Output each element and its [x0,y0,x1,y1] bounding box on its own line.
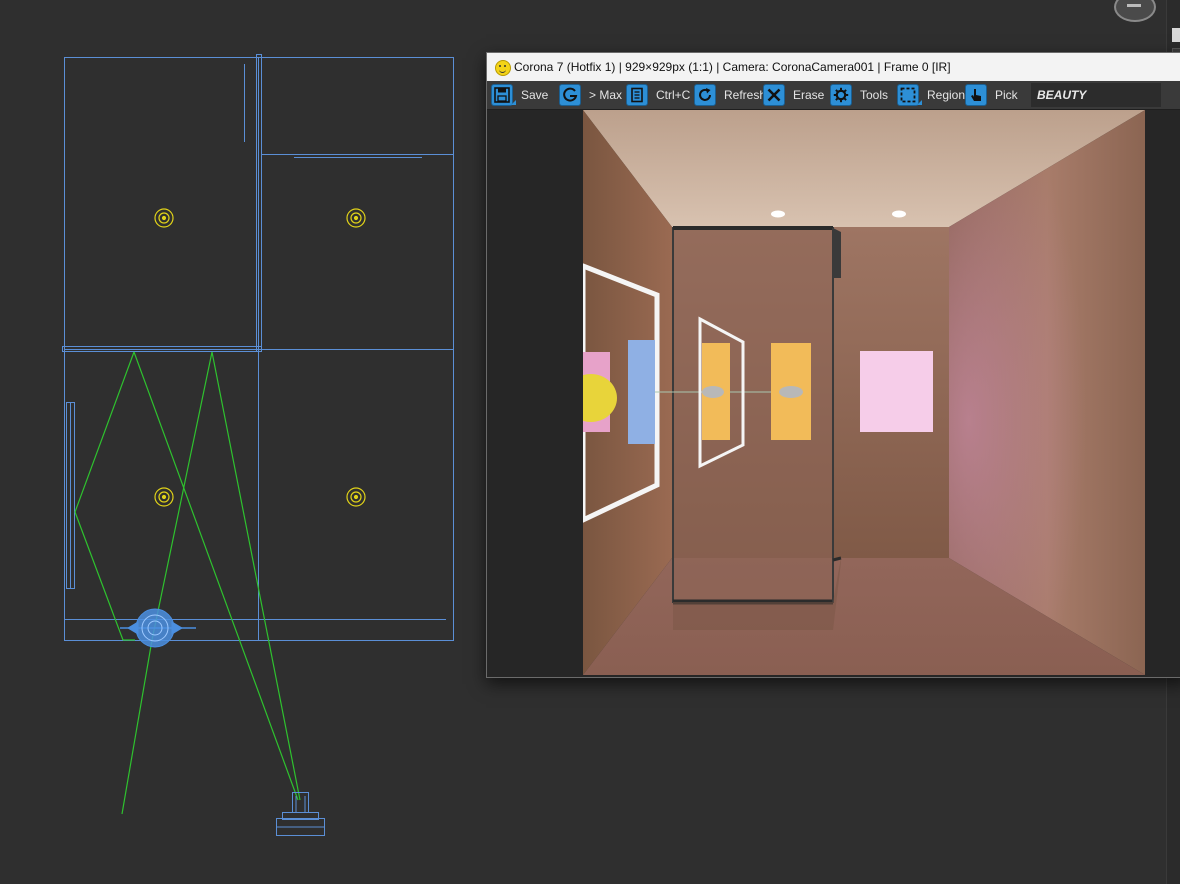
copy-button[interactable]: Ctrl+C [626,83,690,107]
tools-label: Tools [860,88,889,102]
copy-label: Ctrl+C [656,88,691,102]
save-icon [491,84,516,106]
region-label: Region [927,88,966,102]
tools-button[interactable]: Tools [830,83,888,107]
vfb-title: Corona 7 (Hotfix 1) | 929×929px (1:1) | … [514,60,951,74]
panel-tab[interactable] [1172,28,1180,42]
to-max-label: > Max [589,88,623,102]
light-icon [346,487,366,507]
render-preview [583,110,1145,675]
tools-icon [830,84,852,106]
camera-frustum [74,351,301,815]
rendered-image [583,110,1145,675]
erase-label: Erase [793,88,825,102]
room-walls [62,54,454,641]
corona-vfb-window[interactable]: Corona 7 (Hotfix 1) | 929×929px (1:1) | … [486,52,1180,678]
light-icon [346,208,366,228]
refresh-icon [694,84,716,106]
pick-label: Pick [995,88,1018,102]
region-button[interactable]: Region [897,83,965,107]
refresh-button[interactable]: Refresh [694,83,766,107]
erase-icon [763,84,785,106]
refresh-label: Refresh [724,88,767,102]
save-label: Save [521,88,549,102]
to-max-button[interactable]: > Max [559,83,622,107]
corona-smiley-icon [495,60,511,76]
region-icon [897,84,922,106]
save-button[interactable]: Save [491,83,548,107]
pick-button[interactable]: Pick [965,83,1018,107]
pick-icon [965,84,987,106]
lights [154,208,366,507]
sphere-camera-icon [120,608,196,648]
render-channel-select[interactable]: BEAUTY [1031,83,1161,107]
erase-button[interactable]: Erase [763,83,824,107]
light-icon [154,208,174,228]
vfb-toolbar: Save > Max Ctrl+C Refresh Erase Tools Re… [487,81,1180,110]
light-icon [154,487,174,507]
vfb-titlebar[interactable]: Corona 7 (Hotfix 1) | 929×929px (1:1) | … [487,53,1180,81]
max-icon [559,84,581,106]
render-area[interactable] [487,110,1180,677]
copy-icon [626,84,648,106]
